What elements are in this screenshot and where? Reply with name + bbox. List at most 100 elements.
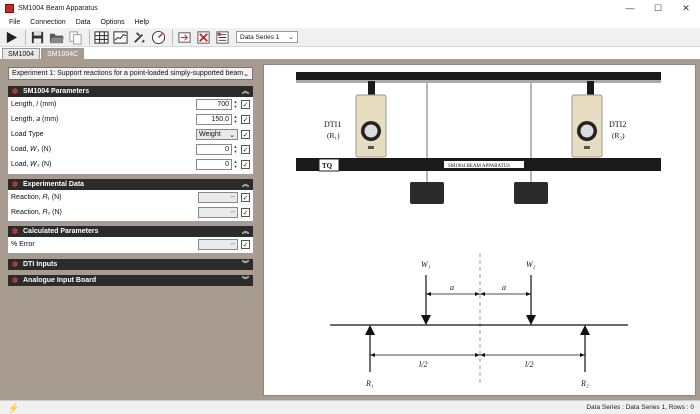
delete-icon (197, 30, 210, 44)
dti1-label: DTI1 (324, 120, 341, 129)
table-icon (94, 30, 109, 44)
experimental-body: Reaction, 𝑅₁ (N) -- ✓ Reaction, 𝑅₂ (N) -… (8, 190, 253, 221)
chevron-down-icon: ⌄ (243, 70, 249, 78)
dti1-sublabel: (R₁) (327, 131, 340, 140)
experiment-select[interactable]: Experiment 1: Support reactions for a po… (8, 67, 253, 80)
run-icon (6, 31, 18, 43)
label-w2: W₂ (526, 260, 536, 269)
app-icon (5, 3, 14, 13)
load-w2-input[interactable]: 0 (196, 159, 232, 170)
minimize-button[interactable]: — (616, 0, 644, 16)
settings-button[interactable] (214, 29, 231, 46)
length-l-checkbox[interactable]: ✓ (241, 100, 250, 109)
load-type-value: Weight (199, 131, 221, 138)
experiment-select-value: Experiment 1: Support reactions for a po… (12, 70, 244, 77)
section-header-dti-inputs[interactable]: ✲ DTI Inputs ︾ (8, 259, 253, 270)
tab-sm1004[interactable]: SM1004 (2, 48, 41, 59)
section-header-parameters[interactable]: ✲ SM1004 Parameters ︽ (8, 86, 253, 97)
param-row-load-w1: Load, 𝑊₁ (N) 0 ▲ ▼ ✓ (8, 142, 253, 157)
maximize-button[interactable]: ☐ (644, 0, 672, 16)
menu-help[interactable]: Help (130, 19, 154, 26)
exp-label: Reaction, 𝑅₁ (N) (11, 193, 62, 201)
load-type-select[interactable]: Weight ⌄ (196, 129, 238, 140)
open-button[interactable] (48, 29, 65, 46)
arrow-w2 (526, 315, 536, 325)
chevron-down-icon: ︾ (242, 261, 249, 268)
menu-options[interactable]: Options (96, 19, 130, 26)
chart-icon (113, 30, 128, 44)
open-folder-icon (49, 33, 64, 43)
title-bar: SM1004 Beam Apparatus — ☐ ✕ (0, 0, 700, 16)
gauge-icon (151, 30, 166, 44)
length-a-checkbox[interactable]: ✓ (241, 115, 250, 124)
dti2-sublabel: (R₂) (612, 131, 625, 140)
chart-button[interactable] (112, 29, 129, 46)
status-bar: ⚡ Data Series : Data Series 1, Rows : 0 (0, 400, 700, 414)
tab-bar: SM1004 SM1004C (0, 47, 700, 59)
apparatus-diagram: DTI1 (R₁) DTI2 (R₂) TQ SM1004 BEAM APPAR… (296, 72, 661, 388)
tools-icon (134, 31, 145, 43)
chevron-down-icon: ⌄ (288, 34, 294, 41)
delete-button[interactable] (195, 29, 212, 46)
label-w1: W₁ (421, 260, 431, 269)
copy-button[interactable] (67, 29, 84, 46)
label-r1: R₁ (365, 379, 374, 388)
reaction-r2-checkbox[interactable]: ✓ (241, 208, 250, 217)
length-a-stepper[interactable]: ▲ ▼ (233, 114, 238, 125)
load-type-checkbox[interactable]: ✓ (241, 130, 250, 139)
left-panel: Experiment 1: Support reactions for a po… (4, 64, 256, 396)
gauge-button[interactable] (150, 29, 167, 46)
param-row-length-a: Length, 𝑎 (mm) 150.0 ▲ ▼ ✓ (8, 112, 253, 127)
load-w1-stepper[interactable]: ▲ ▼ (233, 144, 238, 155)
length-l-input[interactable]: 700 (196, 99, 232, 110)
calc-row-error: % Error -- ✓ (8, 237, 253, 252)
param-label: Load, 𝑊₁ (N) (11, 145, 52, 153)
reaction-r1-checkbox[interactable]: ✓ (241, 193, 250, 202)
section-title: DTI Inputs (23, 261, 58, 268)
percent-error-value: -- (198, 239, 238, 250)
load-w2-checkbox[interactable]: ✓ (241, 160, 250, 169)
copy-icon (69, 30, 82, 45)
weight-w1 (410, 182, 444, 204)
label-a1: a (450, 283, 454, 292)
load-w1-input[interactable]: 0 (196, 144, 232, 155)
reaction-r1-value: -- (198, 192, 238, 203)
section-header-analogue-input[interactable]: ✲ Analogue Input Board ︾ (8, 275, 253, 286)
length-l-stepper[interactable]: ▲ ▼ (233, 99, 238, 110)
section-title: Analogue Input Board (23, 277, 97, 284)
arrow-r2 (580, 325, 590, 335)
beam-label: SM1004 BEAM APPARATUS (448, 164, 510, 169)
close-button[interactable]: ✕ (672, 0, 700, 16)
tools-button[interactable] (131, 29, 148, 46)
toolbar-divider (25, 29, 26, 45)
run-button[interactable] (3, 29, 20, 46)
length-a-input[interactable]: 150.0 (196, 114, 232, 125)
data-series-select[interactable]: Data Series 1 ⌄ (236, 31, 298, 43)
percent-error-checkbox[interactable]: ✓ (241, 240, 250, 249)
gear-icon: ✲ (11, 227, 19, 236)
menu-connection[interactable]: Connection (25, 19, 70, 26)
gear-icon: ✲ (11, 180, 19, 189)
section-title: SM1004 Parameters (23, 88, 90, 95)
load-w1-checkbox[interactable]: ✓ (241, 145, 250, 154)
section-header-calculated[interactable]: ✲ Calculated Parameters ︽ (8, 226, 253, 237)
menu-data[interactable]: Data (71, 19, 96, 26)
calc-label: % Error (11, 241, 35, 248)
import-button[interactable] (176, 29, 193, 46)
load-w2-stepper[interactable]: ▲ ▼ (233, 159, 238, 170)
param-row-load-type: Load Type Weight ⌄ ✓ (8, 127, 253, 142)
section-header-experimental[interactable]: ✲ Experimental Data ︽ (8, 179, 253, 190)
toolbar-divider (172, 29, 173, 45)
gear-icon: ✲ (11, 276, 19, 285)
settings-icon (216, 30, 229, 44)
menu-file[interactable]: File (4, 19, 25, 26)
param-label: Length, 𝑎 (mm) (11, 115, 59, 123)
import-icon (178, 31, 191, 43)
rail-scale (296, 80, 661, 83)
section-title: Calculated Parameters (23, 228, 99, 235)
table-button[interactable] (93, 29, 110, 46)
top-rail (296, 72, 661, 81)
tab-sm1004c[interactable]: SM1004C (41, 48, 85, 59)
save-button[interactable] (29, 29, 46, 46)
chevron-down-icon: ︾ (242, 277, 249, 284)
